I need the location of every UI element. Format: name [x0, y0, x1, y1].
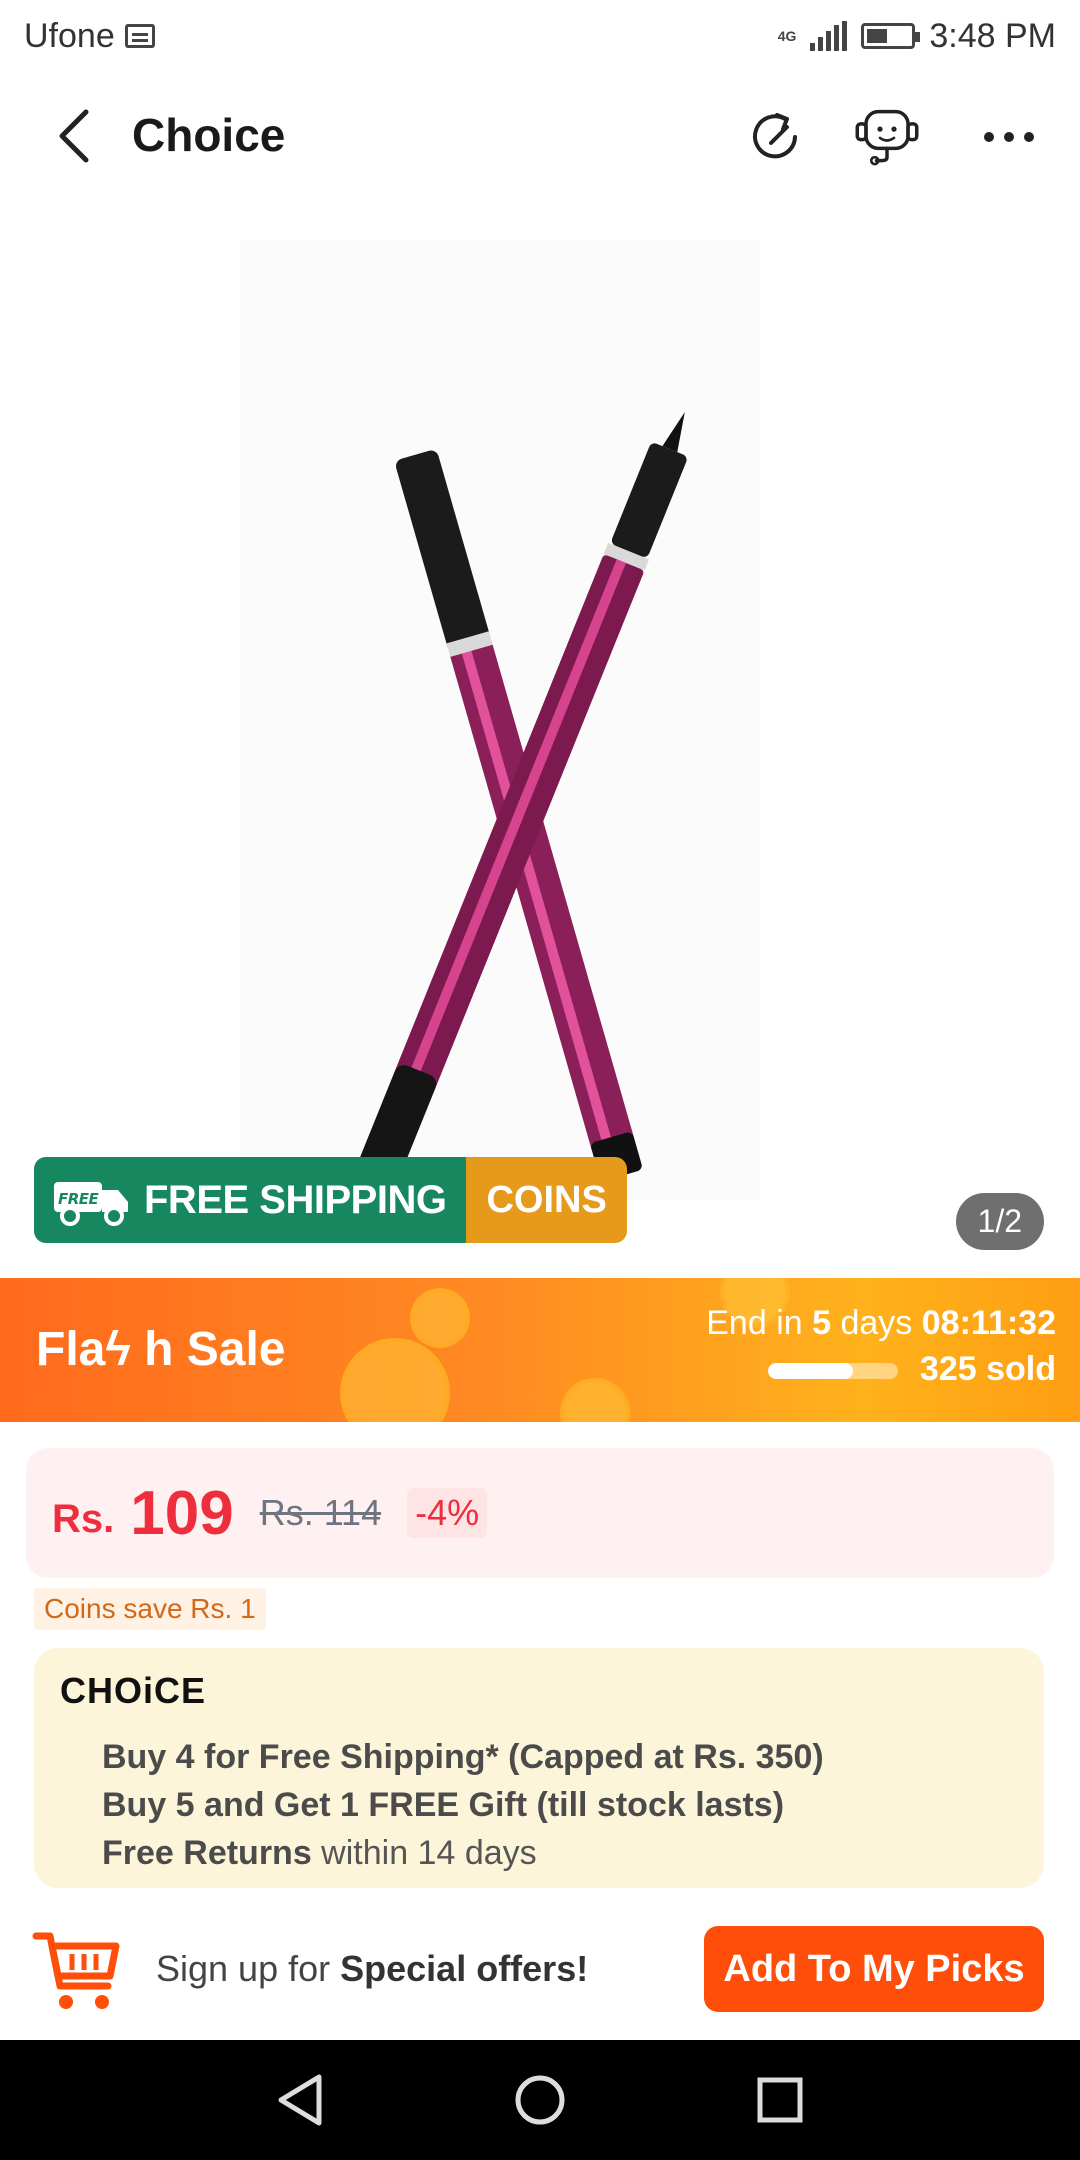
network-type: 4G [777, 28, 797, 44]
choice-benefits-box[interactable]: CHOiCE Buy 4 for Free Shipping* (Capped … [34, 1648, 1044, 1888]
free-shipping-badge: FREE FREE SHIPPING COINS [34, 1157, 627, 1243]
circle-home-icon [515, 2075, 565, 2125]
system-recents-button[interactable] [750, 2070, 810, 2130]
product-image-carousel[interactable]: FREE FREE SHIPPING COINS 1/2 [0, 200, 1080, 1280]
countdown-time: 08:11:32 [921, 1304, 1056, 1342]
triangle-back-icon [278, 2074, 322, 2126]
signup-bold: Special offers! [340, 1948, 589, 1989]
choice-benefit-returns: Free Returns within 14 days [102, 1834, 537, 1873]
signup-prompt[interactable]: Sign up for Special offers! [156, 1948, 588, 1990]
signup-prefix: Sign up for [156, 1948, 341, 1989]
battery-icon [861, 23, 921, 49]
sold-count: 325 sold [919, 1350, 1056, 1388]
system-navigation-bar [0, 2040, 1080, 2160]
chevron-left-icon [59, 109, 89, 163]
share-button[interactable] [742, 102, 812, 172]
price-currency: Rs. [52, 1496, 115, 1541]
customer-support-button[interactable] [852, 102, 922, 172]
sold-progress-fill [768, 1363, 853, 1379]
page-title: Choice [132, 109, 286, 161]
carrier-name: Ufone [24, 16, 115, 55]
choice-benefit-gift-text: Buy 5 and Get 1 FREE Gift (till stock la… [102, 1786, 785, 1824]
chat-bot-icon [855, 109, 919, 166]
truck-icon: FREE [54, 1182, 128, 1226]
sold-progress-bar [768, 1363, 898, 1379]
coins-label-box: COINS [466, 1157, 627, 1243]
choice-benefit-shipping: Buy 4 for Free Shipping* (Capped at Rs. … [102, 1738, 824, 1777]
coin-decoration [340, 1338, 450, 1422]
truck-label: FREE [58, 1190, 100, 1208]
cart-icon [32, 1932, 120, 2009]
cart-button[interactable] [32, 1926, 122, 2016]
choice-logo: CHOiCE [60, 1670, 207, 1711]
back-button[interactable] [44, 106, 104, 166]
more-options-button[interactable] [974, 102, 1044, 172]
countdown-days: 5 [812, 1304, 832, 1342]
choice-benefit-gift: Buy 5 and Get 1 FREE Gift (till stock la… [102, 1786, 784, 1825]
flash-sale-countdown: End in 5 days 08:11:32 [706, 1304, 1056, 1343]
signal-icon [810, 21, 848, 51]
free-returns-label: Free Returns [102, 1834, 312, 1872]
status-left: Ufone [24, 17, 155, 56]
top-navigation: Choice [0, 72, 1080, 200]
discount-badge: -4% [407, 1488, 488, 1538]
coin-decoration [410, 1288, 470, 1348]
countdown-prefix: End in [706, 1304, 803, 1342]
product-image [240, 240, 760, 1200]
free-shipping-label-box: FREE FREE SHIPPING [34, 1157, 467, 1243]
coins-save-label: Coins save Rs. 1 [34, 1588, 266, 1630]
system-home-button[interactable] [510, 2070, 570, 2130]
share-icon [753, 113, 797, 159]
free-shipping-text: FREE SHIPPING [144, 1177, 447, 1222]
square-recents-icon [757, 2077, 803, 2123]
price-section: Rs. 109 Rs. 114 -4% [26, 1448, 1054, 1578]
choice-benefit-shipping-text: Buy 4 for Free Shipping* (Capped at Rs. … [102, 1738, 824, 1776]
countdown-days-label: days [840, 1304, 913, 1342]
bottom-action-bar: Sign up for Special offers! Add To My Pi… [0, 1900, 1080, 2040]
original-price: Rs. 114 [259, 1492, 382, 1533]
image-counter: 1/2 [955, 1193, 1044, 1250]
system-back-button[interactable] [270, 2070, 330, 2130]
more-icon [984, 132, 1034, 142]
flash-sale-banner: Flaϟ h Sale End in 5 days 08:11:32 325 s… [0, 1278, 1080, 1422]
sim-card-icon [124, 24, 155, 48]
free-returns-detail: within 14 days [311, 1834, 537, 1872]
flash-sale-title: Flaϟ h Sale [36, 1323, 286, 1376]
coin-decoration [560, 1378, 630, 1422]
current-price: 109 [130, 1478, 234, 1548]
clock: 3:48 PM [929, 16, 1056, 55]
status-right: 4G 3:48 PM [778, 17, 1056, 56]
add-to-my-picks-button[interactable]: Add To My Picks [704, 1926, 1044, 2012]
coins-text: COINS [486, 1178, 607, 1221]
status-bar: Ufone 4G 3:48 PM [0, 0, 1080, 72]
